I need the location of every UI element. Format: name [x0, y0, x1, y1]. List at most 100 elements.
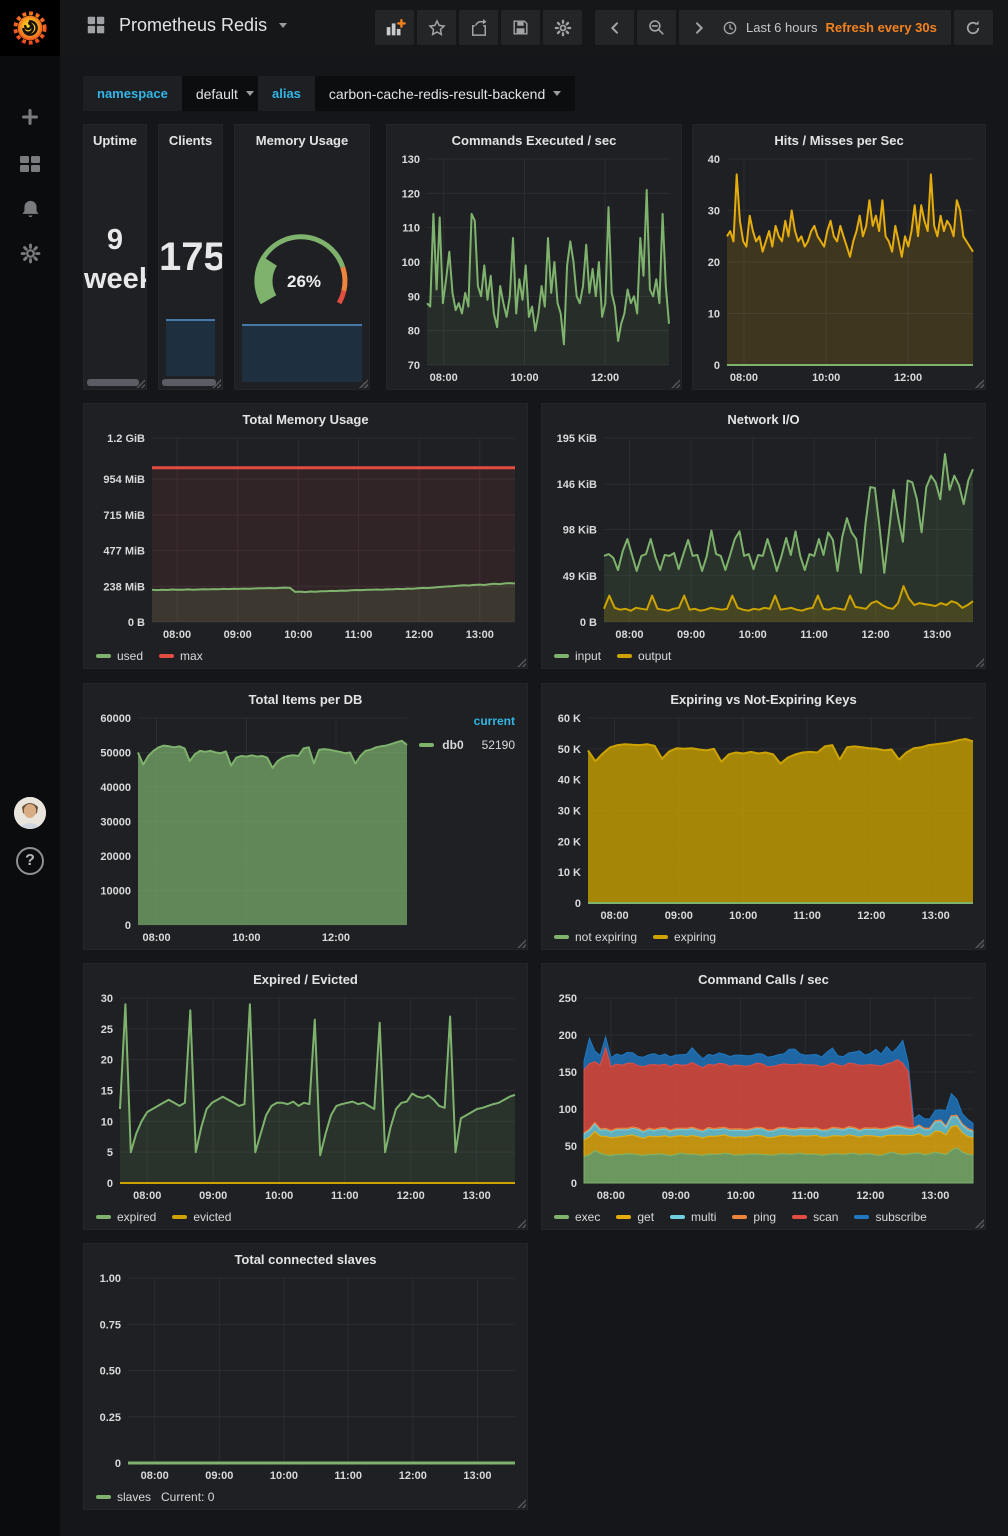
resize-handle[interactable] — [975, 1219, 984, 1228]
grafana-logo[interactable] — [0, 0, 60, 56]
sidebar: ? — [0, 0, 60, 1536]
share-icon — [469, 18, 489, 38]
svg-text:20 K: 20 K — [558, 836, 581, 848]
svg-text:100: 100 — [402, 257, 420, 269]
panel-title[interactable]: Expired / Evicted — [84, 964, 527, 990]
user-avatar[interactable] — [14, 797, 46, 829]
panel-uptime: Uptime 9 weeks — [83, 124, 147, 390]
legend-item-expiring[interactable]: expiring — [653, 930, 716, 944]
legend-color-dash — [554, 654, 569, 658]
svg-text:13:00: 13:00 — [921, 1190, 949, 1202]
legend-color-dash — [96, 654, 111, 658]
zoom-out-button[interactable] — [637, 10, 676, 45]
time-nav — [595, 10, 718, 45]
timepicker-button[interactable]: Last 6 hours Refresh every 30s — [708, 10, 951, 45]
panel-title[interactable]: Command Calls / sec — [542, 964, 985, 990]
graph-connected-slaves[interactable]: 08:0009:0010:0011:0012:0013:0000.250.500… — [88, 1270, 523, 1483]
resize-handle[interactable] — [212, 379, 221, 388]
sidebar-add-button[interactable] — [0, 95, 60, 139]
panel-title[interactable]: Network I/O — [542, 404, 985, 430]
panel-title[interactable]: Total connected slaves — [84, 1244, 527, 1270]
legend-item-ping[interactable]: ping — [732, 1210, 776, 1224]
panel-network-io: Network I/O 08:0009:0010:0011:0012:0013:… — [541, 403, 986, 669]
panel-title[interactable]: Uptime — [84, 125, 146, 151]
legend-item-scan[interactable]: scan — [792, 1210, 838, 1224]
graph-network-io[interactable]: 08:0009:0010:0011:0012:0013:000 B49 KiB9… — [546, 430, 981, 642]
share-button[interactable] — [459, 10, 498, 45]
namespace-variable-value[interactable]: default — [182, 76, 268, 111]
svg-text:10:00: 10:00 — [284, 629, 312, 641]
legend-item-exec[interactable]: exec — [554, 1210, 600, 1224]
legend-item-used[interactable]: used — [96, 649, 143, 663]
sidebar-dashboards-button[interactable] — [0, 142, 60, 186]
graph-expired-evicted[interactable]: 08:0009:0010:0011:0012:0013:000510152025… — [88, 990, 523, 1203]
add-panel-button[interactable] — [375, 10, 414, 45]
refresh-button[interactable] — [954, 10, 993, 45]
chevron-down-icon — [553, 91, 561, 96]
dashboard-actions — [375, 10, 582, 45]
svg-text:0.75: 0.75 — [100, 1319, 121, 1331]
resize-handle[interactable] — [975, 939, 984, 948]
panel-title[interactable]: Commands Executed / sec — [387, 125, 681, 151]
legend-item-input[interactable]: input — [554, 649, 601, 663]
svg-text:50000: 50000 — [100, 748, 131, 760]
graph-total-items-per-db[interactable]: 08:0010:0012:000100002000030000400005000… — [88, 710, 415, 945]
dashboard-title-button[interactable]: Prometheus Redis — [85, 14, 287, 36]
svg-text:10 K: 10 K — [558, 867, 581, 879]
svg-text:12:00: 12:00 — [862, 629, 890, 641]
sidebar-alerting-button[interactable] — [0, 187, 60, 231]
svg-text:08:00: 08:00 — [163, 629, 191, 641]
graph-expiring-keys[interactable]: 08:0009:0010:0011:0012:0013:00010 K20 K3… — [546, 710, 981, 923]
resize-handle[interactable] — [975, 379, 984, 388]
legend-item-get[interactable]: get — [616, 1210, 654, 1224]
settings-button[interactable] — [543, 10, 582, 45]
legend-item-multi[interactable]: multi — [670, 1210, 716, 1224]
legend-item-max[interactable]: max — [159, 649, 203, 663]
gauge-value-text: 26% — [287, 272, 321, 291]
resize-handle[interactable] — [517, 1499, 526, 1508]
graph-command-calls[interactable]: 08:0009:0010:0011:0012:0013:000501001502… — [546, 990, 981, 1203]
save-button[interactable] — [501, 10, 540, 45]
alias-variable[interactable]: alias carbon-cache-redis-result-backend — [258, 76, 575, 111]
graph-hits-misses[interactable]: 08:0010:0012:00010203040 — [697, 151, 981, 385]
resize-handle[interactable] — [671, 379, 680, 388]
svg-text:13:00: 13:00 — [922, 910, 950, 922]
panel-title[interactable]: Total Memory Usage — [84, 404, 527, 430]
resize-handle[interactable] — [136, 379, 145, 388]
legend-item-not-expiring[interactable]: not expiring — [554, 930, 637, 944]
svg-text:08:00: 08:00 — [730, 372, 758, 384]
help-button[interactable]: ? — [16, 847, 44, 875]
legend-item-output[interactable]: output — [617, 649, 671, 663]
legend-item-expired[interactable]: expired — [96, 1210, 156, 1224]
svg-text:5: 5 — [107, 1147, 113, 1159]
panel-title[interactable]: Expiring vs Not-Expiring Keys — [542, 684, 985, 710]
legend-item-subscribe[interactable]: subscribe — [854, 1210, 926, 1224]
alias-variable-value[interactable]: carbon-cache-redis-result-backend — [315, 76, 575, 111]
time-back-button[interactable] — [595, 10, 634, 45]
sidebar-configuration-button[interactable] — [0, 231, 60, 275]
resize-handle[interactable] — [517, 658, 526, 667]
resize-handle[interactable] — [975, 658, 984, 667]
resize-handle[interactable] — [517, 1219, 526, 1228]
panel-title[interactable]: Hits / Misses per Sec — [693, 125, 985, 151]
panel-title[interactable]: Memory Usage — [235, 125, 369, 151]
legend-item-db0[interactable]: db052190 — [419, 738, 515, 752]
legend-column-header[interactable]: current — [419, 714, 515, 728]
horizontal-scrollbar[interactable] — [87, 379, 139, 386]
clients-sparkline — [166, 319, 215, 376]
horizontal-scrollbar[interactable] — [162, 379, 216, 386]
panel-title[interactable]: Clients — [159, 125, 222, 151]
legend-label: max — [180, 649, 203, 663]
panel-total-items-per-db: Total Items per DB 08:0010:0012:00010000… — [83, 683, 528, 950]
namespace-variable[interactable]: namespace default — [83, 76, 268, 111]
panel-title[interactable]: Total Items per DB — [84, 684, 527, 710]
svg-text:10:00: 10:00 — [270, 1470, 298, 1482]
legend-item-slaves[interactable]: slavesCurrent: 0 — [96, 1490, 214, 1504]
legend-item-evicted[interactable]: evicted — [172, 1210, 231, 1224]
star-button[interactable] — [417, 10, 456, 45]
graph-commands-executed[interactable]: 08:0010:0012:00708090100110120130 — [391, 151, 677, 385]
graph-total-memory-usage[interactable]: 08:0009:0010:0011:0012:0013:000 B238 MiB… — [88, 430, 523, 642]
resize-handle[interactable] — [517, 939, 526, 948]
resize-handle[interactable] — [359, 379, 368, 388]
svg-text:30: 30 — [708, 206, 720, 218]
